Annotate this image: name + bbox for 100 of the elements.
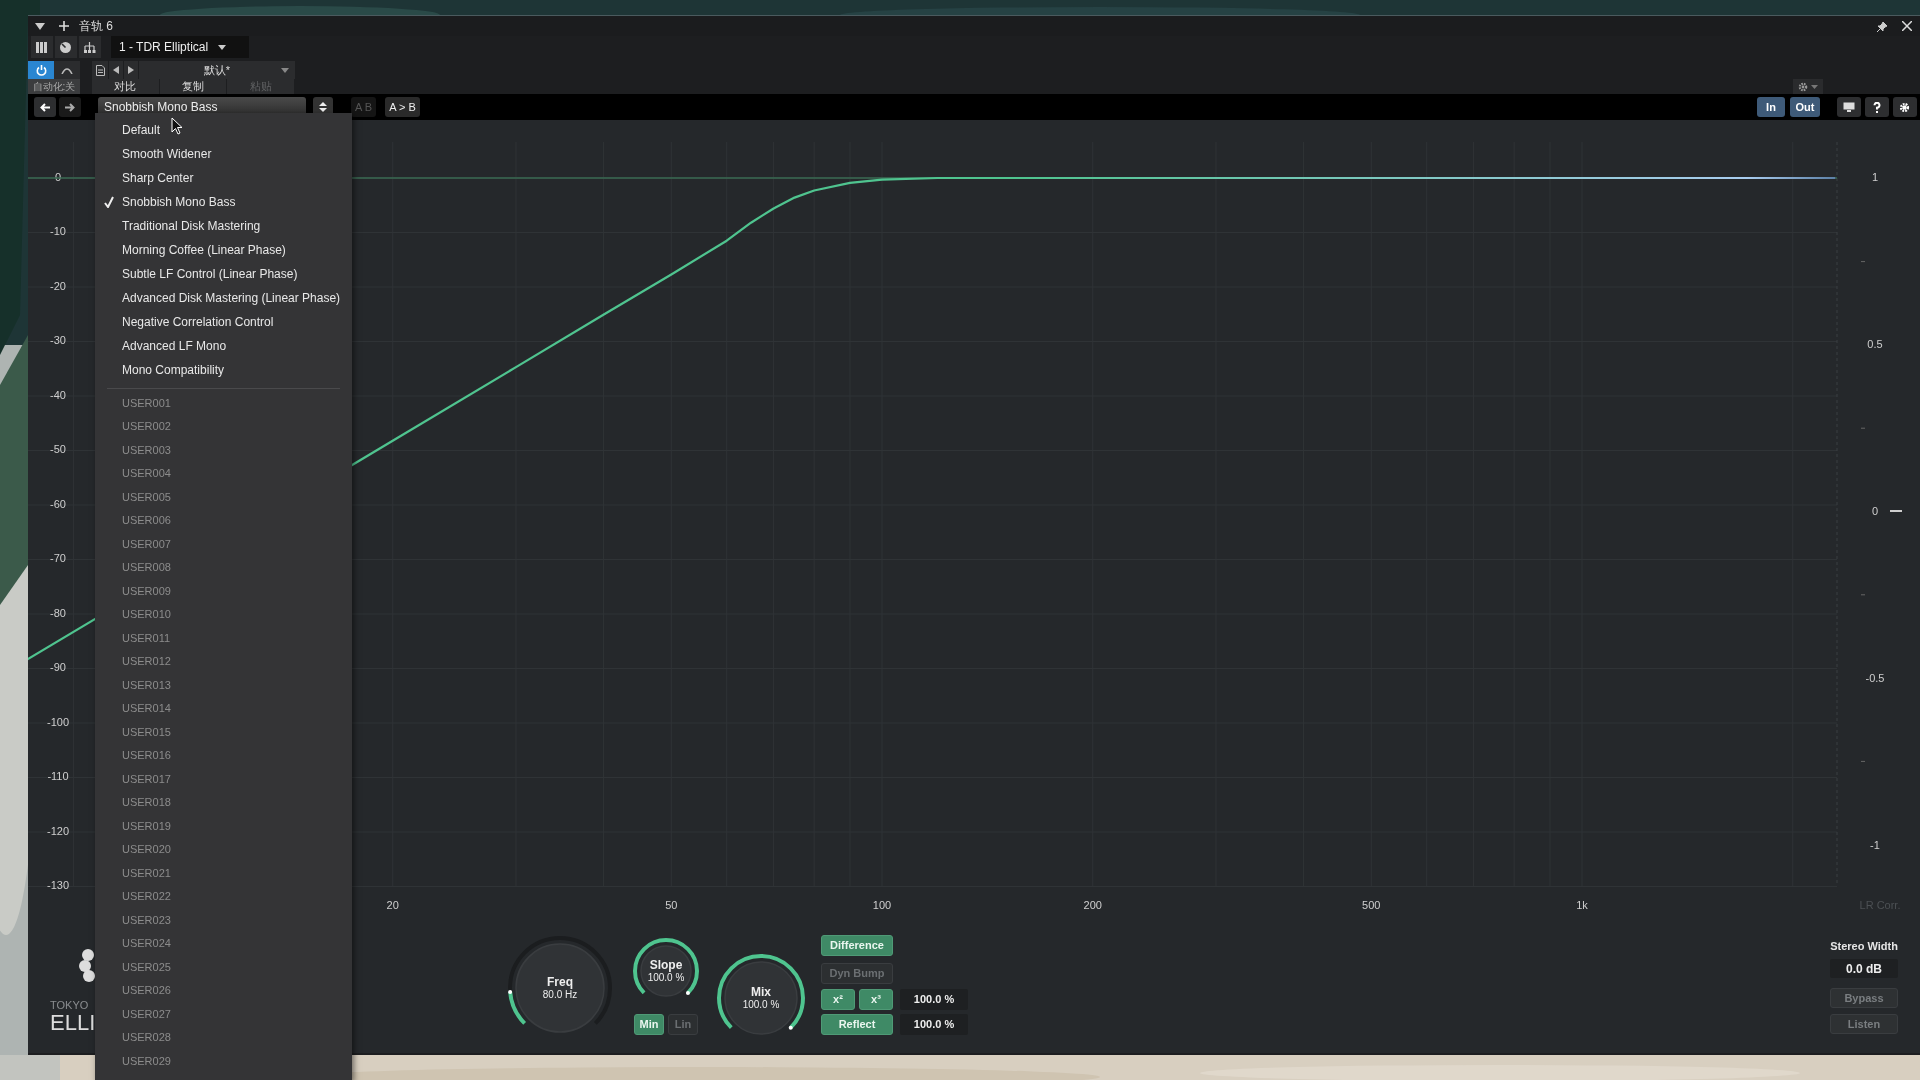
menu-item[interactable]: USER011 — [95, 626, 352, 650]
axis-label: 50 — [665, 898, 678, 911]
menu-item[interactable]: Advanced LF Mono — [95, 334, 352, 358]
action-button[interactable]: 复制 — [159, 79, 227, 94]
toggle-button[interactable]: Dyn Bump — [821, 963, 893, 984]
back-button[interactable] — [34, 97, 56, 117]
menu-item[interactable]: USER009 — [95, 579, 352, 603]
menu-item[interactable]: Sharp Center — [95, 166, 352, 190]
mixer-button[interactable] — [31, 36, 53, 58]
curve-button[interactable] — [54, 61, 80, 79]
up-down-icon — [319, 102, 327, 112]
toggle-button[interactable]: Reflect — [821, 1014, 893, 1035]
caret-icon — [218, 44, 227, 50]
menu-item[interactable]: USER001 — [95, 391, 352, 415]
menu-item[interactable]: Traditional Disk Mastering — [95, 214, 352, 238]
harmonic-button[interactable]: x² — [821, 989, 855, 1010]
previous-button[interactable] — [109, 61, 123, 79]
next-button[interactable] — [124, 61, 138, 79]
side-button[interactable]: Listen — [1830, 1014, 1898, 1034]
menu-item[interactable]: USER019 — [95, 814, 352, 838]
triangle-left-icon — [113, 66, 119, 74]
phase-button[interactable]: Min — [634, 1014, 664, 1035]
menu-item[interactable]: USER028 — [95, 1025, 352, 1049]
display-button[interactable] — [1837, 97, 1861, 117]
menu-item[interactable]: USER006 — [95, 508, 352, 532]
menu-item[interactable]: USER024 — [95, 931, 352, 955]
menu-item[interactable]: Advanced Disk Mastering (Linear Phase) — [95, 286, 352, 310]
axis-label: -60 — [50, 497, 66, 510]
dial-icon — [60, 41, 72, 53]
menu-item[interactable]: USER020 — [95, 837, 352, 861]
menu-item[interactable]: USER013 — [95, 673, 352, 697]
forward-button[interactable] — [59, 97, 81, 117]
menu-item[interactable]: USER016 — [95, 743, 352, 767]
menu-item[interactable]: USER014 — [95, 696, 352, 720]
menu-item[interactable]: Mono Compatibility — [95, 358, 352, 382]
power-icon — [35, 64, 47, 76]
menu-item[interactable]: USER010 — [95, 602, 352, 626]
logo-text: ELLI — [50, 1011, 95, 1035]
toggle-button[interactable]: Difference — [821, 935, 893, 956]
settings-icon — [1899, 101, 1911, 113]
menu-item[interactable]: USER023 — [95, 908, 352, 932]
menu-item[interactable]: USER012 — [95, 649, 352, 673]
close-icon[interactable] — [1902, 21, 1912, 31]
menu-item[interactable]: USER005 — [95, 485, 352, 509]
logo-icon — [79, 947, 95, 984]
menu-item[interactable]: USER015 — [95, 720, 352, 744]
side-button[interactable]: Bypass — [1830, 988, 1898, 1008]
knob-label: Slope — [649, 958, 683, 973]
menu-item[interactable]: USER025 — [95, 955, 352, 979]
axis-label: -130 — [47, 879, 69, 892]
plugin-selector[interactable]: 1 - TDR Elliptical — [111, 36, 249, 58]
menu-item[interactable]: USER008 — [95, 555, 352, 579]
menu-item[interactable]: USER029 — [95, 1049, 352, 1073]
menu-item[interactable]: Subtle LF Control (Linear Phase) — [95, 262, 352, 286]
document-button[interactable] — [92, 61, 108, 79]
axis-label: -1 — [1870, 838, 1880, 851]
phase-button[interactable]: Lin — [668, 1014, 698, 1035]
dropdown-icon[interactable] — [35, 22, 45, 30]
amount-field[interactable]: 100.0 % — [900, 1014, 968, 1035]
axis-label: -10 — [50, 225, 66, 238]
triangle-right-icon — [128, 66, 134, 74]
menu-item[interactable]: USER003 — [95, 438, 352, 462]
axis-label: 0.5 — [1867, 337, 1883, 350]
menu-item[interactable]: Default — [95, 118, 352, 142]
menu-item[interactable]: Negative Correlation Control — [95, 310, 352, 334]
menu-item[interactable]: Morning Coffee (Linear Phase) — [95, 238, 352, 262]
menu-item[interactable]: USER027 — [95, 1002, 352, 1026]
power-button[interactable] — [28, 61, 54, 79]
settings-button[interactable] — [1893, 97, 1917, 117]
menu-item[interactable]: USER017 — [95, 767, 352, 791]
stereo-width-field[interactable]: 0.0 dB — [1830, 959, 1898, 978]
axis-label: -70 — [50, 552, 66, 565]
amount-field[interactable]: 100.0 % — [900, 989, 968, 1010]
menu-item[interactable]: USER022 — [95, 884, 352, 908]
logo-text: TOKYO — [50, 999, 90, 1011]
harmonic-button[interactable]: x³ — [859, 989, 893, 1010]
menu-item[interactable]: Snobbish Mono Bass — [95, 190, 352, 214]
routing-button[interactable] — [79, 36, 101, 58]
add-icon[interactable] — [59, 21, 69, 31]
monitor-toggle[interactable]: Out — [1790, 97, 1820, 117]
menu-item[interactable]: USER018 — [95, 790, 352, 814]
meter-indicator — [1890, 510, 1902, 512]
window-title: 音轨 6 — [79, 18, 113, 35]
menu-item[interactable]: USER004 — [95, 461, 352, 485]
preset-dropdown[interactable]: 默认* — [139, 61, 295, 79]
pin-icon[interactable] — [1877, 20, 1888, 32]
menu-item[interactable]: USER021 — [95, 861, 352, 885]
action-button[interactable]: 对比 — [92, 79, 159, 94]
help-button[interactable] — [1865, 97, 1889, 117]
monitor-toggle[interactable]: In — [1757, 97, 1785, 117]
menu-item[interactable]: USER007 — [95, 532, 352, 556]
axis-label: -20 — [50, 279, 66, 292]
compare-button[interactable]: A > B — [385, 97, 420, 117]
menu-item[interactable]: USER002 — [95, 414, 352, 438]
dial-button[interactable] — [55, 36, 77, 58]
axis-label: -40 — [50, 388, 66, 401]
menu-item[interactable]: USER026 — [95, 978, 352, 1002]
knob-value: 100.0 % — [647, 972, 685, 984]
menu-item[interactable]: Smooth Widener — [95, 142, 352, 166]
axis-label: -50 — [50, 443, 66, 456]
